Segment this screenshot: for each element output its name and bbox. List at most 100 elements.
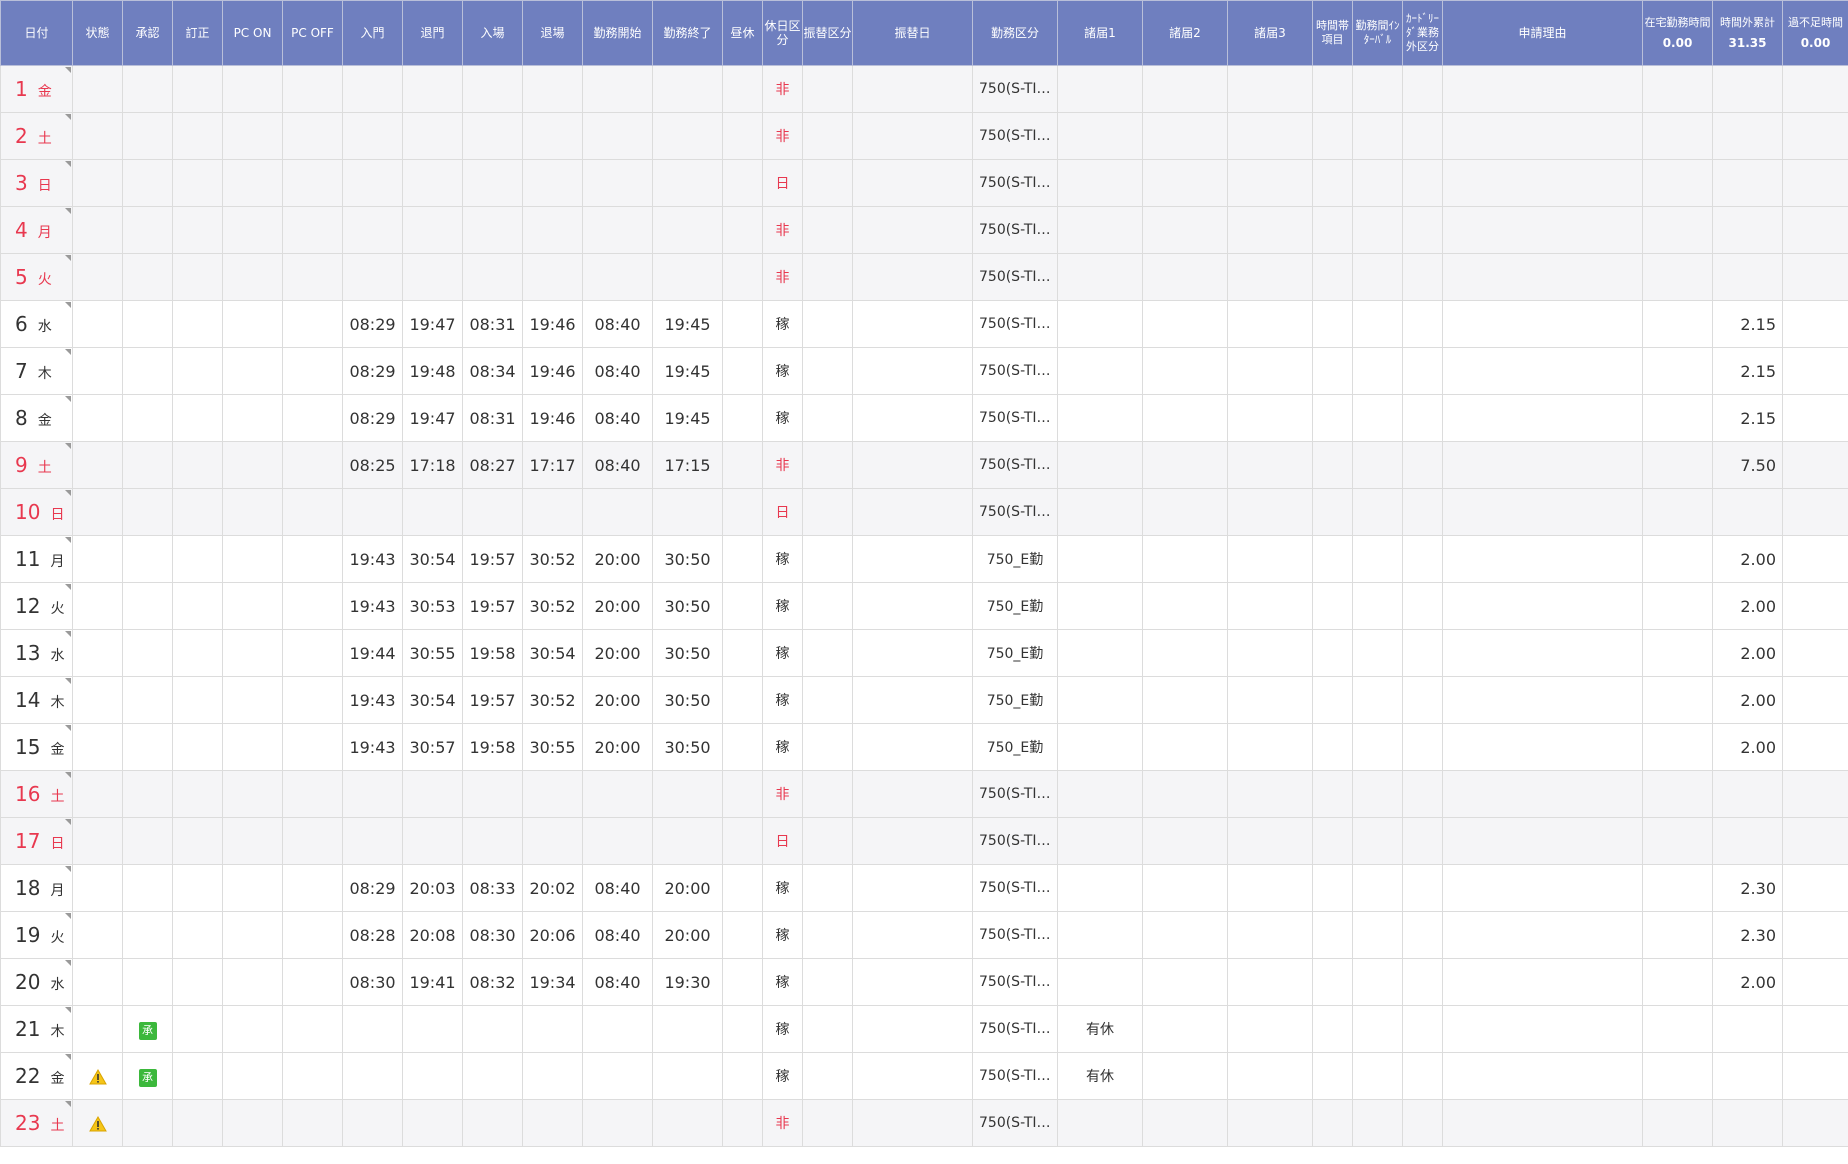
excess-shortage-cell[interactable] <box>1782 1052 1848 1100</box>
interval-cell[interactable] <box>1352 911 1403 959</box>
work-end-cell[interactable]: 20:00 <box>652 911 723 959</box>
substitute-date-cell[interactable] <box>852 1099 973 1147</box>
gate-out-cell[interactable]: 30:53 <box>402 582 463 630</box>
excess-shortage-cell[interactable] <box>1782 1005 1848 1053</box>
work-category-cell[interactable]: 750(S-TI… <box>972 65 1058 113</box>
table-row[interactable]: 6 水 08:29 19:47 08:31 19:46 08:40 19:45 稼 750(S-T… <box>0 300 1848 348</box>
gate-out-cell[interactable] <box>402 488 463 536</box>
notice1-cell[interactable] <box>1057 911 1143 959</box>
time-item-cell[interactable] <box>1312 723 1353 771</box>
table-row[interactable]: 12 火 19:43 30:53 19:57 30:52 20:00 30:50 稼 750_E勤… <box>0 582 1848 630</box>
holiday-type-cell[interactable]: 非 <box>762 112 803 160</box>
notice2-cell[interactable] <box>1142 347 1228 395</box>
lunch-cell[interactable] <box>722 911 763 959</box>
gate-out-cell[interactable]: 30:54 <box>402 676 463 724</box>
notice1-cell[interactable] <box>1057 958 1143 1006</box>
notice1-cell[interactable] <box>1057 817 1143 865</box>
notice3-cell[interactable] <box>1227 817 1313 865</box>
table-row[interactable]: 1 金 非 750(S-TI… <box>0 65 1848 113</box>
home-work-cell[interactable] <box>1642 911 1713 959</box>
home-work-cell[interactable] <box>1642 817 1713 865</box>
header-notice1[interactable]: 諸届1 <box>1057 0 1143 66</box>
lunch-cell[interactable] <box>722 1099 763 1147</box>
excess-shortage-cell[interactable] <box>1782 300 1848 348</box>
status-cell[interactable] <box>72 206 123 254</box>
substitute-type-cell[interactable] <box>802 958 853 1006</box>
enter-cell[interactable]: 19:58 <box>462 629 523 677</box>
header-time-item[interactable]: 時間帯項目 <box>1312 0 1353 66</box>
reason-cell[interactable] <box>1442 676 1643 724</box>
overtime-cell[interactable]: 2.00 <box>1712 535 1783 583</box>
work-start-cell[interactable]: 08:40 <box>582 958 653 1006</box>
exit-cell[interactable] <box>522 112 583 160</box>
card-reader-cell[interactable] <box>1402 206 1443 254</box>
time-item-cell[interactable] <box>1312 159 1353 207</box>
header-reason[interactable]: 申請理由 <box>1442 0 1643 66</box>
notice1-cell[interactable] <box>1057 535 1143 583</box>
work-start-cell[interactable] <box>582 112 653 160</box>
pc-off-cell[interactable] <box>282 958 343 1006</box>
header-card-reader[interactable]: ｶｰﾄﾞﾘｰﾀﾞ業務外区分 <box>1402 0 1443 66</box>
correct-cell[interactable] <box>172 911 223 959</box>
exit-cell[interactable]: 30:52 <box>522 582 583 630</box>
interval-cell[interactable] <box>1352 65 1403 113</box>
correct-cell[interactable] <box>172 958 223 1006</box>
notice1-cell[interactable] <box>1057 206 1143 254</box>
work-start-cell[interactable]: 08:40 <box>582 347 653 395</box>
notice2-cell[interactable] <box>1142 582 1228 630</box>
exit-cell[interactable]: 30:52 <box>522 535 583 583</box>
pc-on-cell[interactable] <box>222 535 283 583</box>
home-work-cell[interactable] <box>1642 112 1713 160</box>
status-cell[interactable] <box>72 958 123 1006</box>
work-start-cell[interactable] <box>582 159 653 207</box>
time-item-cell[interactable] <box>1312 488 1353 536</box>
pc-off-cell[interactable] <box>282 65 343 113</box>
excess-shortage-cell[interactable] <box>1782 488 1848 536</box>
work-start-cell[interactable] <box>582 770 653 818</box>
substitute-date-cell[interactable] <box>852 911 973 959</box>
work-category-cell[interactable]: 750(S-TI… <box>972 206 1058 254</box>
home-work-cell[interactable] <box>1642 65 1713 113</box>
notice3-cell[interactable] <box>1227 65 1313 113</box>
substitute-type-cell[interactable] <box>802 65 853 113</box>
enter-cell[interactable]: 08:31 <box>462 300 523 348</box>
pc-off-cell[interactable] <box>282 911 343 959</box>
notice2-cell[interactable] <box>1142 253 1228 301</box>
enter-cell[interactable]: 19:58 <box>462 723 523 771</box>
overtime-cell[interactable] <box>1712 206 1783 254</box>
notice2-cell[interactable] <box>1142 394 1228 442</box>
card-reader-cell[interactable] <box>1402 676 1443 724</box>
substitute-date-cell[interactable] <box>852 817 973 865</box>
interval-cell[interactable] <box>1352 441 1403 489</box>
overtime-cell[interactable] <box>1712 488 1783 536</box>
date-cell[interactable]: 11 月 <box>0 535 73 583</box>
notice3-cell[interactable] <box>1227 582 1313 630</box>
reason-cell[interactable] <box>1442 206 1643 254</box>
work-end-cell[interactable] <box>652 159 723 207</box>
work-end-cell[interactable]: 19:45 <box>652 394 723 442</box>
work-start-cell[interactable]: 20:00 <box>582 582 653 630</box>
table-row[interactable]: 20 水 08:30 19:41 08:32 19:34 08:40 19:30 稼 750(S-… <box>0 958 1848 1006</box>
approved-badge[interactable]: 承 <box>138 1021 157 1040</box>
lunch-cell[interactable] <box>722 253 763 301</box>
approve-cell[interactable]: 承 <box>122 1005 173 1053</box>
gate-in-cell[interactable] <box>342 770 403 818</box>
gate-in-cell[interactable] <box>342 817 403 865</box>
interval-cell[interactable] <box>1352 676 1403 724</box>
header-interval[interactable]: 勤務間ｲﾝﾀｰﾊﾞﾙ <box>1352 0 1403 66</box>
date-cell[interactable]: 15 金 <box>0 723 73 771</box>
lunch-cell[interactable] <box>722 723 763 771</box>
work-start-cell[interactable]: 20:00 <box>582 535 653 583</box>
notice3-cell[interactable] <box>1227 112 1313 160</box>
work-start-cell[interactable] <box>582 1052 653 1100</box>
gate-in-cell[interactable] <box>342 159 403 207</box>
date-cell[interactable]: 21 木 <box>0 1005 73 1053</box>
home-work-cell[interactable] <box>1642 206 1713 254</box>
exit-cell[interactable] <box>522 159 583 207</box>
notice3-cell[interactable] <box>1227 676 1313 724</box>
notice2-cell[interactable] <box>1142 112 1228 160</box>
correct-cell[interactable] <box>172 864 223 912</box>
overtime-cell[interactable]: 2.15 <box>1712 394 1783 442</box>
notice1-cell[interactable]: 有休 <box>1057 1005 1143 1053</box>
lunch-cell[interactable] <box>722 488 763 536</box>
